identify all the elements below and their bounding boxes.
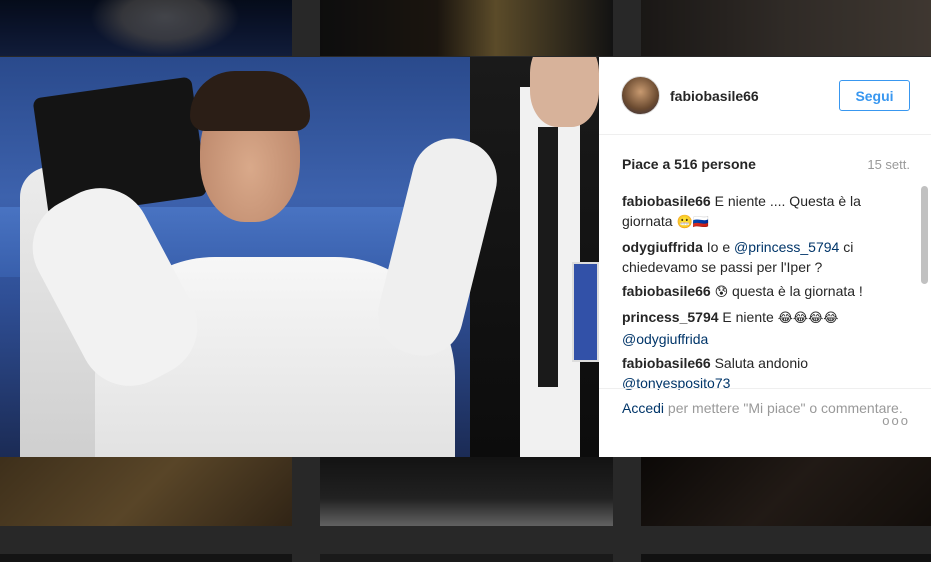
more-options-icon[interactable]: ooo xyxy=(882,411,910,430)
comment-item: fabiobasile66 Saluta andonio @tonyesposi… xyxy=(622,353,915,390)
comment-text: Saluta andonio xyxy=(714,355,809,371)
comment-username[interactable]: fabiobasile66 xyxy=(622,283,711,299)
login-prompt-text: per mettere "Mi piace" o commentare. xyxy=(667,400,903,416)
referee-head xyxy=(530,57,599,127)
comment-text: questa è la giornata ! xyxy=(732,283,863,299)
scrollbar-thumb[interactable] xyxy=(921,186,928,284)
comment-emoji: 😂😂😂😂 xyxy=(777,311,839,326)
avatar[interactable] xyxy=(621,76,660,115)
comment-item: fabiobasile66 E niente .... Questa è la … xyxy=(622,191,915,233)
athlete-hair xyxy=(190,71,310,131)
comment-item: fabiobasile66 😰 questa è la giornata ! xyxy=(622,281,915,303)
comments-scrollbar[interactable] xyxy=(921,186,928,388)
likes-count[interactable]: Piace a 516 persone xyxy=(622,156,756,172)
comment-emoji: 😬🇷🇺 xyxy=(676,215,709,230)
username-link[interactable]: fabiobasile66 xyxy=(670,88,839,104)
login-link[interactable]: Accedi xyxy=(622,400,664,416)
follow-button[interactable]: Segui xyxy=(839,80,910,111)
comment-text: Io e xyxy=(706,239,731,255)
post-meta: Piace a 516 persone 15 sett. xyxy=(599,135,931,193)
comments-list[interactable]: fabiobasile66 E niente .... Questa è la … xyxy=(622,191,915,390)
comment-item: odygiuffrida Io e @princess_5794 ci chie… xyxy=(622,237,915,277)
comment-mention[interactable]: @odygiuffrida xyxy=(622,331,708,347)
post-side-panel: fabiobasile66 Segui Piace a 516 persone … xyxy=(599,57,931,457)
post-timestamp[interactable]: 15 sett. xyxy=(867,157,910,172)
referee-tie xyxy=(538,127,558,387)
post-footer: Accedi per mettere "Mi piace" o commenta… xyxy=(599,388,931,457)
referee-badge xyxy=(572,262,599,362)
comment-username[interactable]: odygiuffrida xyxy=(622,239,703,255)
comment-mention[interactable]: @princess_5794 xyxy=(734,239,839,255)
comment-username[interactable]: fabiobasile66 xyxy=(622,355,711,371)
comment-item: princess_5794 E niente 😂😂😂😂 @odygiuffrid… xyxy=(622,307,915,349)
comment-username[interactable]: fabiobasile66 xyxy=(622,193,711,209)
post-modal: fabiobasile66 Segui Piace a 516 persone … xyxy=(0,57,931,457)
comment-text: E niente xyxy=(722,309,774,325)
post-header: fabiobasile66 Segui xyxy=(599,57,931,135)
comment-emoji: 😰 xyxy=(714,285,729,300)
post-photo[interactable] xyxy=(0,57,599,457)
comment-username[interactable]: princess_5794 xyxy=(622,309,719,325)
